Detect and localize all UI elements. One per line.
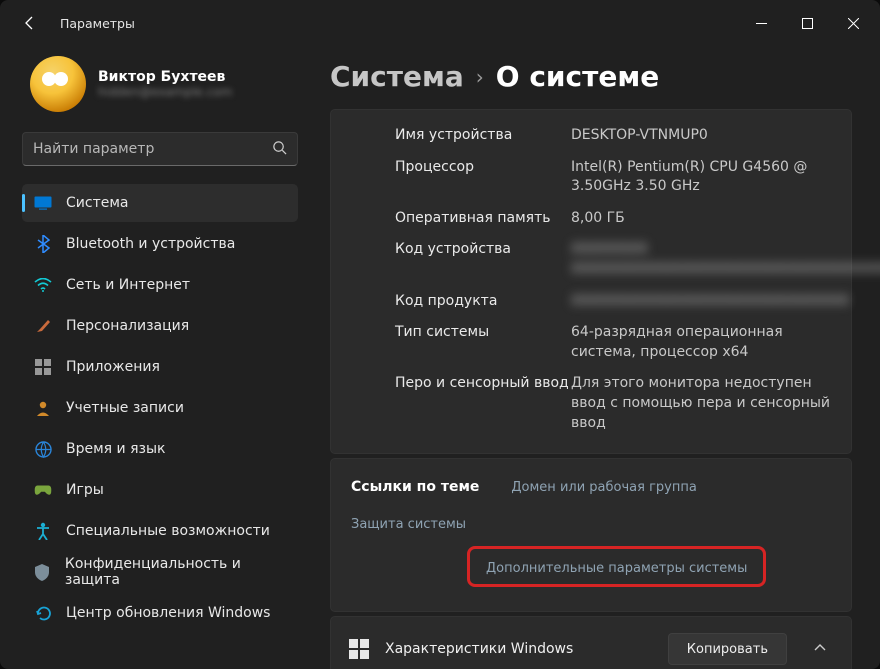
spec-value: 8,00 ГБ [571,209,831,229]
gamepad-icon [34,481,52,499]
search-box[interactable] [22,132,298,166]
spec-label: Процессор [395,158,571,197]
highlight-advanced-settings: Дополнительные параметры системы [467,546,766,587]
nav-label: Система [66,195,128,211]
nav-label: Bluetooth и устройства [66,236,235,252]
spec-label: Тип системы [395,323,571,362]
spec-row-device-id: Код устройства XXXXXXXX XXXXXXXXXXXXXXXX… [395,234,831,285]
spec-row-product-id: Код продукта XXXXXXXXXXXXXXXXXXXXXXXXXXX… [395,286,831,318]
link-advanced-system-settings[interactable]: Дополнительные параметры системы [486,561,747,576]
display-icon [34,194,52,212]
settings-window: Параметры Виктор Бухтеев hidden@example.… [0,0,880,669]
nav-personalization[interactable]: Персонализация [22,307,298,345]
nav-label: Персонализация [66,318,189,334]
back-button[interactable] [16,9,44,37]
windows-specs-header[interactable]: Характеристики Windows Копировать [331,617,851,669]
chevron-up-icon[interactable] [803,640,837,659]
page-title: О системе [496,60,659,93]
nav-accessibility[interactable]: Специальные возможности [22,512,298,550]
windows-logo-icon [349,639,369,659]
apps-icon [34,358,52,376]
nav-time-language[interactable]: Время и язык [22,430,298,468]
spec-value: XXXXXXXXXXXXXXXXXXXXXXXXXXXXX [571,292,849,312]
shield-icon [34,563,51,581]
nav-label: Учетные записи [66,400,184,416]
nav-label: Конфиденциальность и защита [65,556,286,588]
sidebar: Виктор Бухтеев hidden@example.com Систем… [0,46,310,669]
link-system-protection[interactable]: Защита системы [351,517,466,532]
window-title: Параметры [60,16,135,31]
nav-windows-update[interactable]: Центр обновления Windows [22,594,298,632]
nav-label: Специальные возможности [66,523,270,539]
nav-label: Игры [66,482,104,498]
brush-icon [34,317,52,335]
globe-icon [34,440,52,458]
spec-row-ram: Оперативная память 8,00 ГБ [395,203,831,235]
minimize-icon [756,18,767,29]
accessibility-icon [34,522,52,540]
spec-label: Имя устройства [395,126,571,146]
search-input[interactable] [33,141,272,157]
breadcrumb: Система › О системе [330,60,852,93]
related-links-heading: Ссылки по теме [351,479,479,495]
spec-row-cpu: Процессор Intel(R) Pentium(R) CPU G4560 … [395,152,831,203]
nav-label: Сеть и Интернет [66,277,190,293]
titlebar: Параметры [0,0,880,46]
profile-block[interactable]: Виктор Бухтеев hidden@example.com [22,56,298,112]
nav-system[interactable]: Система [22,184,298,222]
nav-label: Приложения [66,359,160,375]
maximize-icon [802,18,813,29]
maximize-button[interactable] [784,4,830,42]
spec-value: Для этого монитора недоступен ввод с пом… [571,374,831,433]
related-links-card: Ссылки по теме Домен или рабочая группа … [330,458,852,612]
nav-list: Система Bluetooth и устройства Сеть и Ин… [22,184,298,669]
spec-row-system-type: Тип системы 64-разрядная операционная си… [395,317,831,368]
avatar [30,56,86,112]
nav-label: Время и язык [66,441,165,457]
user-name: Виктор Бухтеев [98,69,232,85]
breadcrumb-parent[interactable]: Система [330,60,464,93]
nav-network[interactable]: Сеть и Интернет [22,266,298,304]
nav-accounts[interactable]: Учетные записи [22,389,298,427]
close-button[interactable] [830,4,876,42]
nav-label: Центр обновления Windows [66,605,270,621]
spec-value: DESKTOP-VTNMUP0 [571,126,831,146]
wifi-icon [34,276,52,294]
spec-value: XXXXXXXX XXXXXXXXXXXXXXXXXXXXXXXXXXXXXXX… [571,240,880,279]
search-icon [272,140,287,159]
main-content: Система › О системе Имя устройства DESKT… [310,46,880,669]
spec-row-pen-touch: Перо и сенсорный ввод Для этого монитора… [395,368,831,439]
windows-specs-title: Характеристики Windows [385,641,652,657]
spec-row-device-name: Имя устройства DESKTOP-VTNMUP0 [395,120,831,152]
windows-specs-card: Характеристики Windows Копировать Выпуск… [330,616,852,669]
person-icon [34,399,52,417]
bluetooth-icon [34,235,52,253]
spec-label: Оперативная память [395,209,571,229]
arrow-left-icon [22,15,38,31]
spec-label: Код продукта [395,292,571,312]
spec-label: Перо и сенсорный ввод [395,374,571,433]
user-email: hidden@example.com [98,85,232,99]
copy-button[interactable]: Копировать [668,633,787,665]
spec-value: Intel(R) Pentium(R) CPU G4560 @ 3.50GHz … [571,158,831,197]
nav-bluetooth[interactable]: Bluetooth и устройства [22,225,298,263]
nav-apps[interactable]: Приложения [22,348,298,386]
spec-value: 64-разрядная операционная система, проце… [571,323,831,362]
close-icon [848,18,859,29]
minimize-button[interactable] [738,4,784,42]
device-specs-card: Имя устройства DESKTOP-VTNMUP0 Процессор… [330,109,852,454]
spec-label: Код устройства [395,240,571,279]
link-domain-workgroup[interactable]: Домен или рабочая группа [511,480,696,495]
nav-privacy[interactable]: Конфиденциальность и защита [22,553,298,591]
chevron-right-icon: › [476,65,484,89]
update-icon [34,604,52,622]
nav-games[interactable]: Игры [22,471,298,509]
